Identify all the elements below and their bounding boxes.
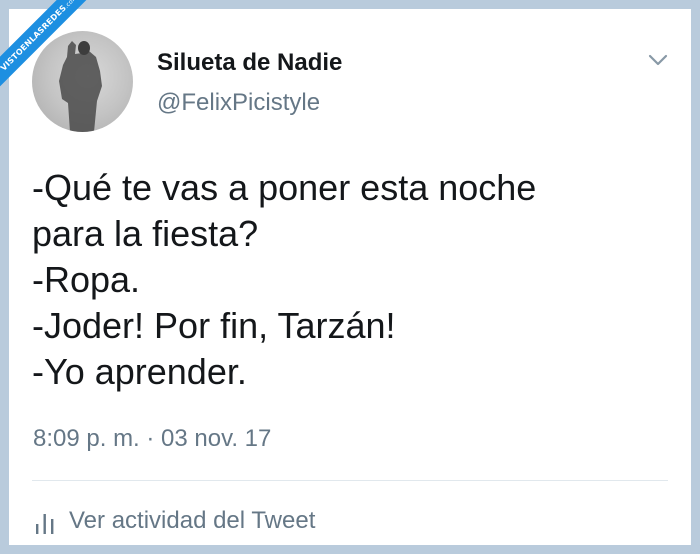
- tweet-line: para la fiesta?: [32, 213, 259, 254]
- tweet-line: -Joder! Por fin, Tarzán!: [32, 305, 396, 346]
- watermark-logo: VISTOENLASREDES.com: [0, 0, 110, 110]
- tweet-text: -Qué te vas a poner esta noche para la f…: [32, 165, 672, 395]
- bar-chart-icon: [36, 514, 54, 534]
- divider: [32, 480, 668, 481]
- user-handle[interactable]: @FelixPicistyle: [157, 89, 320, 117]
- tweet-line: -Qué te vas a poner esta noche: [32, 167, 537, 208]
- display-name[interactable]: Silueta de Nadie: [157, 49, 342, 77]
- tweet-activity-link[interactable]: Ver actividad del Tweet: [35, 505, 315, 537]
- watermark-text: VISTOENLASREDES: [0, 3, 69, 73]
- watermark-ribbon: VISTOENLASREDES.com: [0, 0, 100, 93]
- tweet-card: VISTOENLASREDES.com Silueta de Nadie @Fe…: [0, 0, 691, 545]
- chevron-down-icon[interactable]: [646, 49, 670, 71]
- tweet-timestamp[interactable]: 8:09 p. m. · 03 nov. 17: [33, 425, 271, 453]
- tweet-line: -Yo aprender.: [32, 351, 247, 392]
- tweet-line: -Ropa.: [32, 259, 141, 300]
- activity-label: Ver actividad del Tweet: [69, 507, 316, 534]
